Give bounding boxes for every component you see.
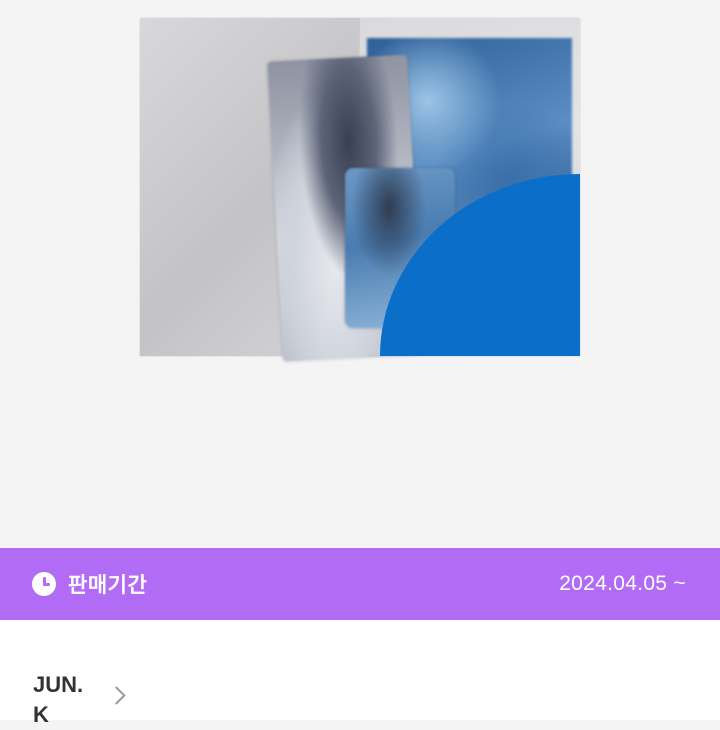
sale-period-bar: 판매기간 2024.04.05 ~ (0, 548, 720, 620)
clock-icon (32, 572, 56, 596)
sale-period-value: 2024.04.05 ~ (559, 572, 686, 595)
sale-period-label: 판매기간 (68, 574, 148, 597)
chevron-right-icon[interactable] (107, 686, 126, 705)
product-image[interactable] (140, 18, 580, 362)
artist-section: JUN. K (0, 620, 720, 727)
product-image-area (0, 0, 720, 548)
artist-name-link[interactable]: JUN. K (33, 670, 103, 730)
